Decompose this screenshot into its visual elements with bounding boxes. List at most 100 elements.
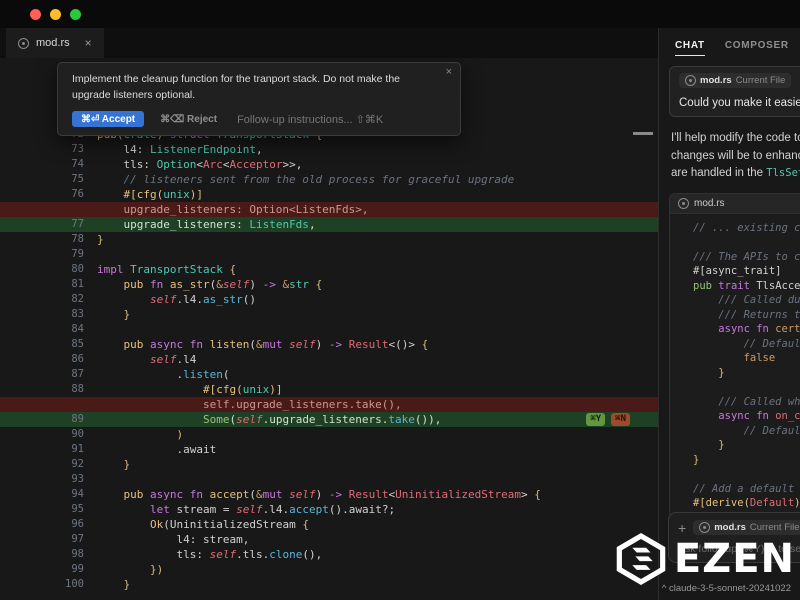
code-line[interactable]: 85 pub async fn listen(&mut self) -> Res… xyxy=(0,337,658,352)
line-number[interactable]: 88 xyxy=(0,382,84,397)
reject-hunk-badge[interactable]: ⌘N xyxy=(611,413,630,426)
line-number[interactable] xyxy=(0,397,84,412)
followup-instructions-input[interactable]: Follow-up instructions... ⇧⌘K xyxy=(237,113,383,126)
code-line[interactable]: 79 xyxy=(0,247,658,262)
chat-code-line: // Add a default no- xyxy=(680,482,800,497)
line-number[interactable]: 89 xyxy=(0,412,84,427)
code-line[interactable]: self.upgrade_listeners.take(), xyxy=(0,397,658,412)
line-number[interactable]: 75 xyxy=(0,172,84,187)
line-number[interactable]: 76 xyxy=(0,187,84,202)
code-text: } xyxy=(680,366,725,381)
code-line[interactable]: 75 // listeners sent from the old proces… xyxy=(0,172,658,187)
code-line[interactable]: 80impl TransportStack { xyxy=(0,262,658,277)
code-line[interactable]: 91 .await xyxy=(0,442,658,457)
line-number[interactable] xyxy=(0,202,84,217)
code-line[interactable]: 74 tls: Option<Arc<Acceptor>>, xyxy=(0,157,658,172)
line-number[interactable]: 74 xyxy=(0,157,84,172)
code-line[interactable]: 76 #[cfg(unix)] xyxy=(0,187,658,202)
accept-button[interactable]: ⌘⏎ Accept xyxy=(72,111,144,127)
line-number[interactable]: 95 xyxy=(0,502,84,517)
editor-tab-bar: mod.rs × xyxy=(0,28,658,58)
line-number[interactable]: 80 xyxy=(0,262,84,277)
code-line[interactable]: 84 xyxy=(0,322,658,337)
code-line[interactable]: 78} xyxy=(0,232,658,247)
code-line[interactable]: 88 #[cfg(unix)] xyxy=(0,382,658,397)
line-number[interactable]: 92 xyxy=(0,457,84,472)
code-line[interactable]: 94 pub async fn accept(&mut self) -> Res… xyxy=(0,487,658,502)
code-line[interactable]: 97 l4: stream, xyxy=(0,532,658,547)
line-number[interactable]: 94 xyxy=(0,487,84,502)
rust-file-icon xyxy=(699,522,710,533)
assistant-line: are handled in the TlsSet xyxy=(671,165,800,183)
line-number[interactable]: 99 xyxy=(0,562,84,577)
chat-code-line: } xyxy=(680,453,800,468)
scrollbar-thumb[interactable] xyxy=(633,132,653,135)
chat-input-box[interactable]: + mod.rs Current File × Ask followup (⌘Y… xyxy=(668,512,800,563)
code-text: /// The APIs to cust xyxy=(680,250,800,265)
add-context-button[interactable]: + xyxy=(678,521,686,535)
line-number[interactable]: 100 xyxy=(0,577,84,592)
line-number[interactable]: 83 xyxy=(0,307,84,322)
close-window-button[interactable] xyxy=(30,9,41,20)
code-text: // Default i xyxy=(680,337,800,352)
chat-input-placeholder[interactable]: Ask followup (⌘Y), ↑ to se xyxy=(678,543,800,555)
code-line[interactable]: 92 } xyxy=(0,457,658,472)
accept-hunk-badge[interactable]: ⌘Y xyxy=(586,413,605,426)
tab-label: mod.rs xyxy=(36,37,70,49)
code-line[interactable]: 89 Some(self.upgrade_listeners.take()),⌘… xyxy=(0,412,658,427)
code-line[interactable]: 99 }) xyxy=(0,562,658,577)
line-number[interactable]: 91 xyxy=(0,442,84,457)
reject-button[interactable]: ⌘⌫ Reject xyxy=(160,114,217,125)
code-line[interactable]: 83 } xyxy=(0,307,658,322)
code-line[interactable]: 90 ) xyxy=(0,427,658,442)
app-window: mod.rs × 72pub(crate) struct TransportSt… xyxy=(0,0,800,600)
diff-hunk-badges: ⌘Y ⌘N xyxy=(586,413,630,426)
user-message-card: mod.rs Current File Could you make it ea… xyxy=(669,66,800,117)
code-line[interactable]: upgrade_listeners: Option<ListenFds>, xyxy=(0,202,658,217)
code-line[interactable]: 100 } xyxy=(0,577,658,592)
inline-edit-dialog: × Implement the cleanup function for the… xyxy=(57,62,461,136)
dialog-close-icon[interactable]: × xyxy=(446,66,452,78)
code-line[interactable]: 87 .listen( xyxy=(0,367,658,382)
line-number[interactable]: 90 xyxy=(0,427,84,442)
chat-code-block: mod.rs // ... existing code/// The APIs … xyxy=(669,193,800,518)
zoom-window-button[interactable] xyxy=(70,9,81,20)
tab-close-icon[interactable]: × xyxy=(85,36,92,50)
code-line[interactable]: 98 tls: self.tls.clone(), xyxy=(0,547,658,562)
code-block-body: // ... existing code/// The APIs to cust… xyxy=(670,214,800,517)
code-line[interactable]: 73 l4: ListenerEndpoint, xyxy=(0,142,658,157)
line-number[interactable]: 81 xyxy=(0,277,84,292)
tab-composer[interactable]: COMPOSER xyxy=(725,40,789,56)
code-line[interactable]: 86 self.l4 xyxy=(0,352,658,367)
code-text: } xyxy=(680,453,699,468)
chat-code-line: #[derive(Default)] xyxy=(680,496,800,511)
line-number[interactable]: 77 xyxy=(0,217,84,232)
line-number[interactable]: 82 xyxy=(0,292,84,307)
code-line[interactable]: 81 pub fn as_str(&self) -> &str { xyxy=(0,277,658,292)
tab-chat[interactable]: CHAT xyxy=(675,40,705,56)
line-number[interactable]: 73 xyxy=(0,142,84,157)
code-editor[interactable]: 72pub(crate) struct TransportStack {73 l… xyxy=(0,58,658,600)
line-number[interactable]: 85 xyxy=(0,337,84,352)
code-line[interactable]: 77 upgrade_listeners: ListenFds, xyxy=(0,217,658,232)
line-number[interactable]: 84 xyxy=(0,322,84,337)
minimize-window-button[interactable] xyxy=(50,9,61,20)
code-line[interactable]: 93 xyxy=(0,472,658,487)
line-number[interactable]: 87 xyxy=(0,367,84,382)
code-text: pub trait TlsAccept xyxy=(680,279,800,294)
line-number[interactable]: 97 xyxy=(0,532,84,547)
line-number[interactable]: 98 xyxy=(0,547,84,562)
line-number[interactable]: 96 xyxy=(0,517,84,532)
chat-code-line: // Default i xyxy=(680,337,800,352)
chat-code-line: /// Called when xyxy=(680,395,800,410)
code-line[interactable]: 82 self.l4.as_str() xyxy=(0,292,658,307)
code-line[interactable]: 96 Ok(UninitializedStream { xyxy=(0,517,658,532)
tab-mod-rs[interactable]: mod.rs × xyxy=(6,28,104,58)
chat-code-line: } xyxy=(680,366,800,381)
line-number[interactable]: 78 xyxy=(0,232,84,247)
code-line[interactable]: 95 let stream = self.l4.accept().await?; xyxy=(0,502,658,517)
line-number[interactable]: 86 xyxy=(0,352,84,367)
assistant-line: changes will be to enhance xyxy=(671,148,800,166)
line-number[interactable]: 93 xyxy=(0,472,84,487)
line-number[interactable]: 79 xyxy=(0,247,84,262)
